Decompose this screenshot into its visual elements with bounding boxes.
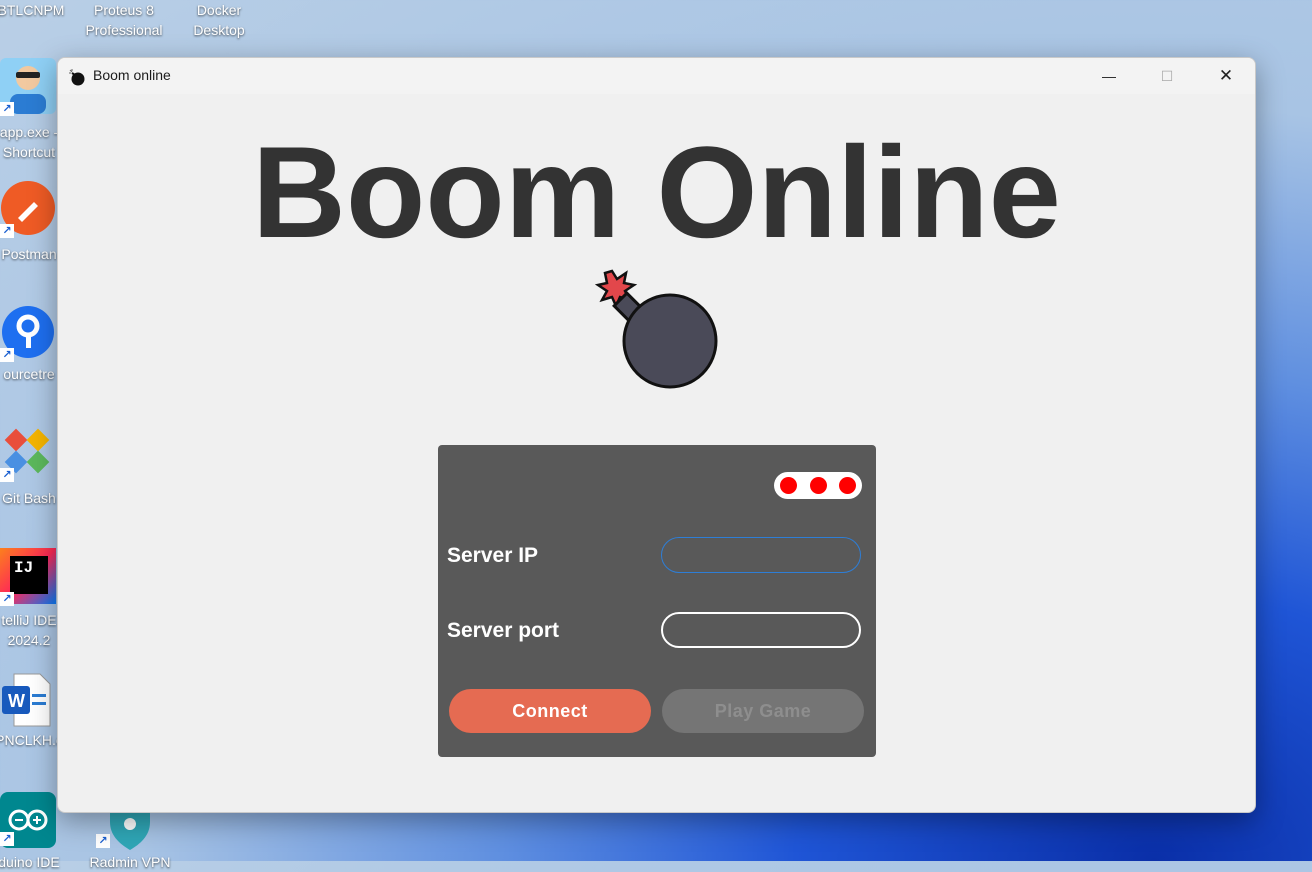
desktop-icon-intellij[interactable]: IJ ↗ telliJ IDE 2024.2 xyxy=(0,548,58,652)
desktop-icon-sourcetree[interactable]: ↗ ourcetre xyxy=(0,304,58,388)
shortcut-arrow-icon: ↗ xyxy=(0,592,14,606)
window-title: Boom online xyxy=(93,67,171,83)
shortcut-arrow-icon: ↗ xyxy=(0,102,14,116)
desktop-icon-docker[interactable]: Docker Desktop xyxy=(180,0,258,40)
desktop-icon-app-shortcut[interactable]: ↗ app.exe - Shortcut xyxy=(0,58,58,162)
desktop-icon-proteus[interactable]: Proteus 8 Professional xyxy=(85,0,163,40)
desktop-icon-word-doc[interactable]: W PNCLKH.c xyxy=(0,672,63,756)
shortcut-arrow-icon: ↗ xyxy=(0,348,14,362)
server-port-label: Server port xyxy=(447,619,560,642)
game-title: Boom Online xyxy=(252,119,1061,265)
desktop-icon-label: BTLCNPM xyxy=(0,2,65,18)
status-dot xyxy=(839,477,856,494)
play-game-button[interactable]: Play Game xyxy=(662,689,864,733)
word-doc-icon: W xyxy=(0,672,56,728)
svg-text:W: W xyxy=(8,691,25,711)
close-icon: ✕ xyxy=(1218,66,1234,85)
play-game-button-label: Play Game xyxy=(714,700,812,721)
desktop-icon-label: duino IDE xyxy=(0,854,60,870)
bomb-illustration xyxy=(594,269,718,389)
connect-button[interactable]: Connect xyxy=(449,689,651,733)
connection-panel: Server IP Server port Connect Play Game xyxy=(438,445,876,757)
desktop-icon-label: Docker Desktop xyxy=(193,2,245,38)
minimize-button[interactable]: — xyxy=(1080,58,1138,94)
desktop-icon-postman[interactable]: ↗ Postman xyxy=(0,180,58,264)
shortcut-arrow-icon: ↗ xyxy=(0,468,14,482)
desktop-icon-label: Radmin VPN xyxy=(89,854,171,870)
desktop-icon-btlcnpm[interactable]: BTLCNPM xyxy=(0,0,70,20)
server-port-input[interactable] xyxy=(661,612,861,648)
desktop-icon-git-bash[interactable]: ↗ Git Bash xyxy=(0,424,58,508)
connect-button-label: Connect xyxy=(512,700,588,721)
close-button[interactable]: ✕ xyxy=(1197,58,1255,94)
bomb-icon xyxy=(69,69,85,86)
shortcut-arrow-icon: ↗ xyxy=(0,224,14,238)
maximize-button[interactable]: ☐ xyxy=(1138,58,1196,94)
title-bar[interactable]: Boom online — ☐ ✕ xyxy=(58,58,1255,94)
status-dot xyxy=(810,477,827,494)
status-dot xyxy=(780,477,797,494)
shortcut-arrow-icon: ↗ xyxy=(0,832,14,846)
desktop-icon-arduino[interactable]: ↗ duino IDE xyxy=(0,792,60,870)
server-ip-input[interactable] xyxy=(661,537,861,573)
minimize-icon: — xyxy=(1102,68,1116,84)
shortcut-arrow-icon: ↗ xyxy=(96,834,110,848)
server-ip-label: Server IP xyxy=(447,544,539,567)
maximize-icon: ☐ xyxy=(1160,67,1174,84)
desktop-icon-label: Proteus 8 Professional xyxy=(85,2,163,38)
app-window: Boom online — ☐ ✕ Boom Online Server IP … xyxy=(57,57,1256,813)
connection-status-indicator xyxy=(774,472,862,499)
